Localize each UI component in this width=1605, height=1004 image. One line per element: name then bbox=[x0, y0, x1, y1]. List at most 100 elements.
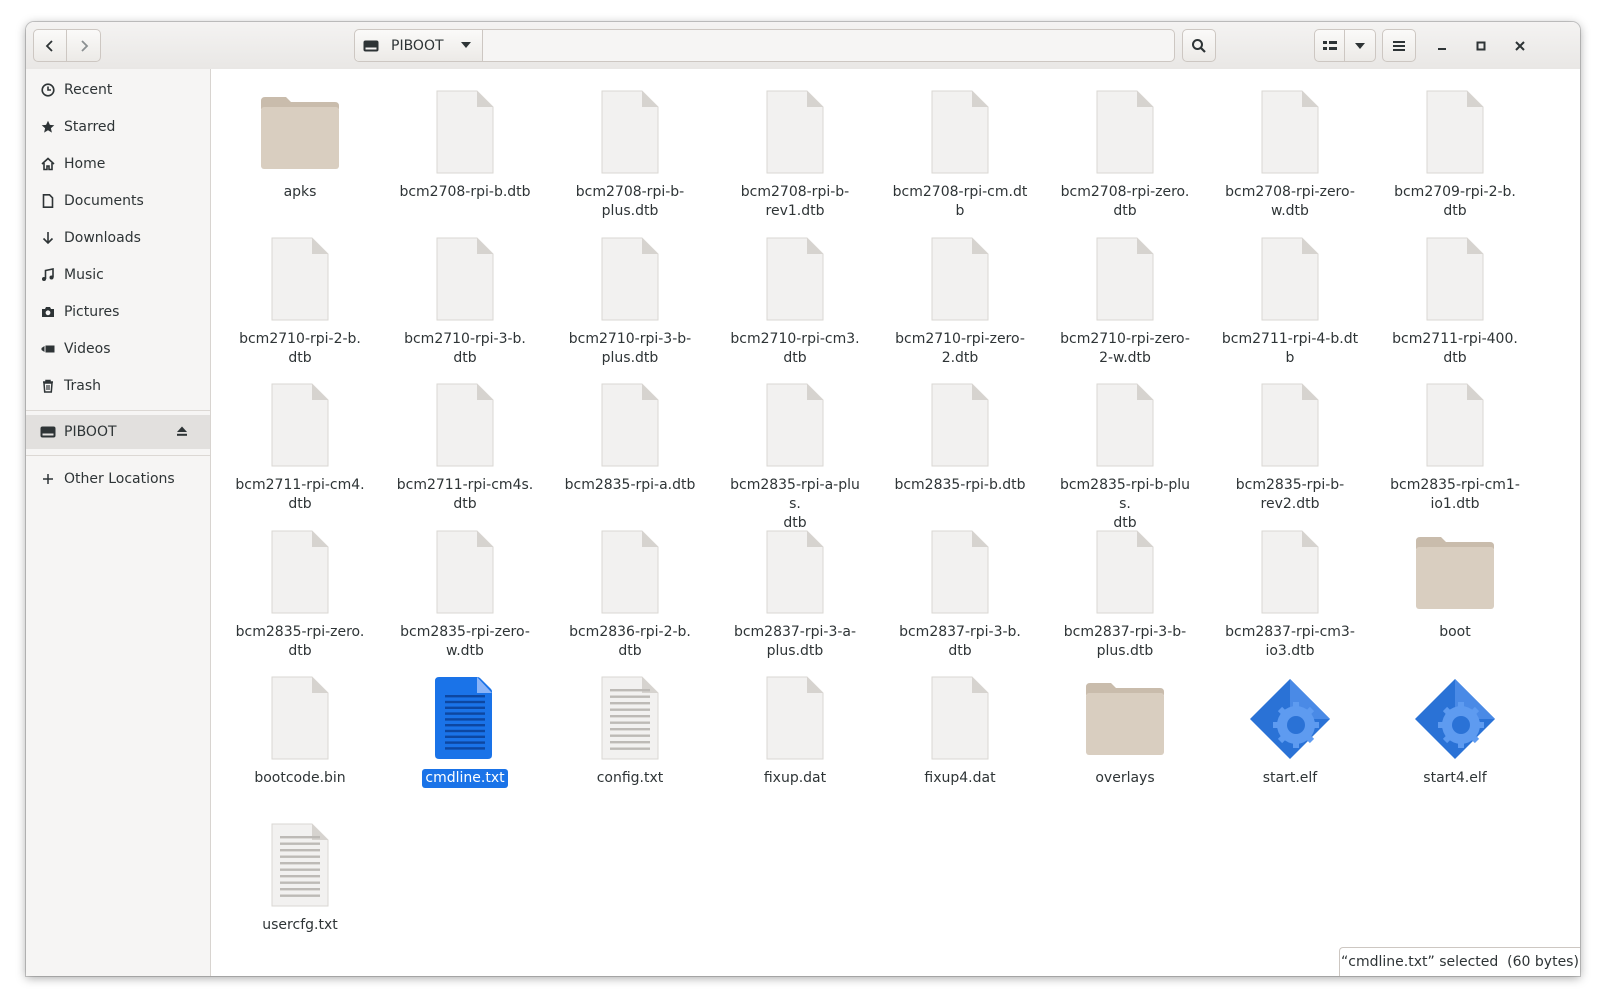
status-text: “cmdline.txt” selected (60 bytes) bbox=[1341, 954, 1579, 970]
text-document-icon bbox=[425, 675, 505, 763]
file-item[interactable]: bcm2711-rpi-4-b.dtb bbox=[1215, 232, 1365, 372]
file-item[interactable]: bcm2710-rpi-cm3. dtb bbox=[720, 232, 870, 372]
file-item[interactable]: bcm2711-rpi-cm4s. dtb bbox=[390, 378, 540, 518]
sidebar-item-pictures[interactable]: Pictures bbox=[26, 295, 210, 329]
file-item[interactable]: bcm2708-rpi-b.dtb bbox=[390, 85, 540, 225]
sidebar-item-music[interactable]: Music bbox=[26, 258, 210, 292]
file-name: bcm2711-rpi-400. dtb bbox=[1392, 330, 1518, 366]
folder-icon bbox=[260, 89, 340, 177]
file-item[interactable]: bcm2835-rpi-a-plus. dtb bbox=[720, 378, 870, 531]
folder-item[interactable]: overlays bbox=[1050, 671, 1200, 811]
file-icon bbox=[1085, 382, 1165, 470]
file-item[interactable]: bcm2835-rpi-cm1- io1.dtb bbox=[1380, 378, 1530, 518]
view-options-button[interactable] bbox=[1345, 29, 1376, 62]
main-menu-button[interactable] bbox=[1382, 29, 1416, 62]
file-item[interactable]: bcm2708-rpi-zero. dtb bbox=[1050, 85, 1200, 225]
header-bar: PIBOOT bbox=[26, 22, 1580, 70]
maximize-button[interactable] bbox=[1469, 34, 1493, 58]
location-button[interactable]: PIBOOT bbox=[355, 30, 483, 61]
drive-icon bbox=[40, 424, 56, 440]
file-item[interactable]: bcm2708-rpi-cm.dtb bbox=[885, 85, 1035, 225]
maximize-icon bbox=[1476, 41, 1486, 51]
file-item[interactable]: fixup.dat bbox=[720, 671, 870, 811]
sidebar-item-piboot[interactable]: PIBOOT bbox=[26, 415, 210, 449]
file-item[interactable]: bcm2710-rpi-3-b. dtb bbox=[390, 232, 540, 372]
document-icon bbox=[40, 193, 56, 209]
sidebar-item-other-locations[interactable]: Other Locations bbox=[26, 462, 210, 496]
sidebar-item-documents[interactable]: Documents bbox=[26, 184, 210, 218]
file-item[interactable]: bcm2837-rpi-3-b- plus.dtb bbox=[1050, 525, 1200, 665]
sidebar-item-videos[interactable]: Videos bbox=[26, 332, 210, 366]
view-mode-button[interactable] bbox=[1314, 29, 1345, 62]
file-item[interactable]: start.elf bbox=[1215, 671, 1365, 811]
close-button[interactable] bbox=[1508, 34, 1532, 58]
file-item[interactable]: usercfg.txt bbox=[225, 818, 375, 958]
file-item[interactable]: bcm2710-rpi-zero- 2.dtb bbox=[885, 232, 1035, 372]
file-name: bcm2708-rpi-b- plus.dtb bbox=[575, 184, 685, 219]
file-item[interactable]: bcm2708-rpi-b- rev1.dtb bbox=[720, 85, 870, 225]
dropdown-arrow-icon bbox=[1355, 42, 1365, 49]
file-item[interactable]: bcm2837-rpi-3-b. dtb bbox=[885, 525, 1035, 665]
executable-icon bbox=[1411, 675, 1499, 763]
sidebar-item-trash[interactable]: Trash bbox=[26, 369, 210, 403]
file-item[interactable]: bootcode.bin bbox=[225, 671, 375, 811]
file-item[interactable]: bcm2835-rpi-zero. dtb bbox=[225, 525, 375, 665]
file-icon bbox=[1415, 382, 1495, 470]
file-item[interactable]: fixup4.dat bbox=[885, 671, 1035, 811]
file-icon bbox=[260, 529, 340, 617]
file-icon bbox=[260, 382, 340, 470]
file-name: bcm2710-rpi-3-b- plus.dtb bbox=[568, 330, 692, 366]
sidebar-item-starred[interactable]: Starred bbox=[26, 110, 210, 144]
file-item[interactable]: bcm2710-rpi-3-b- plus.dtb bbox=[555, 232, 705, 372]
chevron-right-icon bbox=[80, 39, 88, 52]
hamburger-icon bbox=[1393, 40, 1405, 51]
file-icon bbox=[920, 89, 1000, 177]
file-item[interactable]: bcm2709-rpi-2-b. dtb bbox=[1380, 85, 1530, 225]
file-name: start4.elf bbox=[1423, 770, 1487, 786]
file-icon bbox=[590, 529, 670, 617]
sidebar-item-recent[interactable]: Recent bbox=[26, 73, 210, 107]
back-button[interactable] bbox=[33, 29, 67, 62]
file-icon bbox=[1085, 529, 1165, 617]
file-item[interactable]: bcm2835-rpi-b-plus. dtb bbox=[1050, 378, 1200, 531]
file-item[interactable]: start4.elf bbox=[1380, 671, 1530, 811]
file-item[interactable]: bcm2711-rpi-cm4. dtb bbox=[225, 378, 375, 518]
file-item[interactable]: bcm2708-rpi-b- plus.dtb bbox=[555, 85, 705, 225]
sidebar-item-downloads[interactable]: Downloads bbox=[26, 221, 210, 255]
file-item[interactable]: bcm2837-rpi-cm3- io3.dtb bbox=[1215, 525, 1365, 665]
file-item[interactable]: config.txt bbox=[555, 671, 705, 811]
file-item[interactable]: cmdline.txt bbox=[390, 671, 540, 811]
eject-icon[interactable] bbox=[176, 425, 188, 441]
file-item[interactable]: bcm2708-rpi-zero- w.dtb bbox=[1215, 85, 1365, 225]
file-icon bbox=[920, 529, 1000, 617]
file-item[interactable]: bcm2835-rpi-a.dtb bbox=[555, 378, 705, 518]
folder-item[interactable]: apks bbox=[225, 85, 375, 225]
sidebar-item-home[interactable]: Home bbox=[26, 147, 210, 181]
sidebar-item-label: Recent bbox=[64, 82, 113, 98]
file-item[interactable]: bcm2836-rpi-2-b. dtb bbox=[555, 525, 705, 665]
view-buttons bbox=[1314, 29, 1376, 62]
file-icon bbox=[425, 529, 505, 617]
dropdown-arrow-icon bbox=[461, 42, 471, 48]
forward-button[interactable] bbox=[67, 29, 101, 62]
sidebar-item-label: Music bbox=[64, 267, 104, 283]
folder-item[interactable]: boot bbox=[1380, 525, 1530, 665]
file-icon bbox=[920, 675, 1000, 763]
file-item[interactable]: bcm2837-rpi-3-a- plus.dtb bbox=[720, 525, 870, 665]
file-item[interactable]: bcm2835-rpi-b- rev2.dtb bbox=[1215, 378, 1365, 518]
search-button[interactable] bbox=[1182, 29, 1216, 62]
file-item[interactable]: bcm2710-rpi-zero- 2-w.dtb bbox=[1050, 232, 1200, 372]
file-name: bcm2837-rpi-3-b. dtb bbox=[899, 623, 1021, 659]
path-bar[interactable]: PIBOOT bbox=[354, 29, 1175, 62]
file-item[interactable]: bcm2710-rpi-2-b. dtb bbox=[225, 232, 375, 372]
file-grid: “cmdline.txt” selected (60 bytes) apks bc… bbox=[211, 69, 1580, 976]
minimize-button[interactable] bbox=[1430, 34, 1454, 58]
file-item[interactable]: bcm2711-rpi-400. dtb bbox=[1380, 232, 1530, 372]
grid-view-icon bbox=[1322, 40, 1337, 50]
file-name: bcm2835-rpi-zero. dtb bbox=[235, 623, 365, 659]
sidebar-item-label: Trash bbox=[64, 378, 101, 394]
file-icon bbox=[1250, 89, 1330, 177]
file-name: bcm2711-rpi-4-b.dtb bbox=[1221, 330, 1359, 366]
file-item[interactable]: bcm2835-rpi-b.dtb bbox=[885, 378, 1035, 518]
file-item[interactable]: bcm2835-rpi-zero- w.dtb bbox=[390, 525, 540, 665]
